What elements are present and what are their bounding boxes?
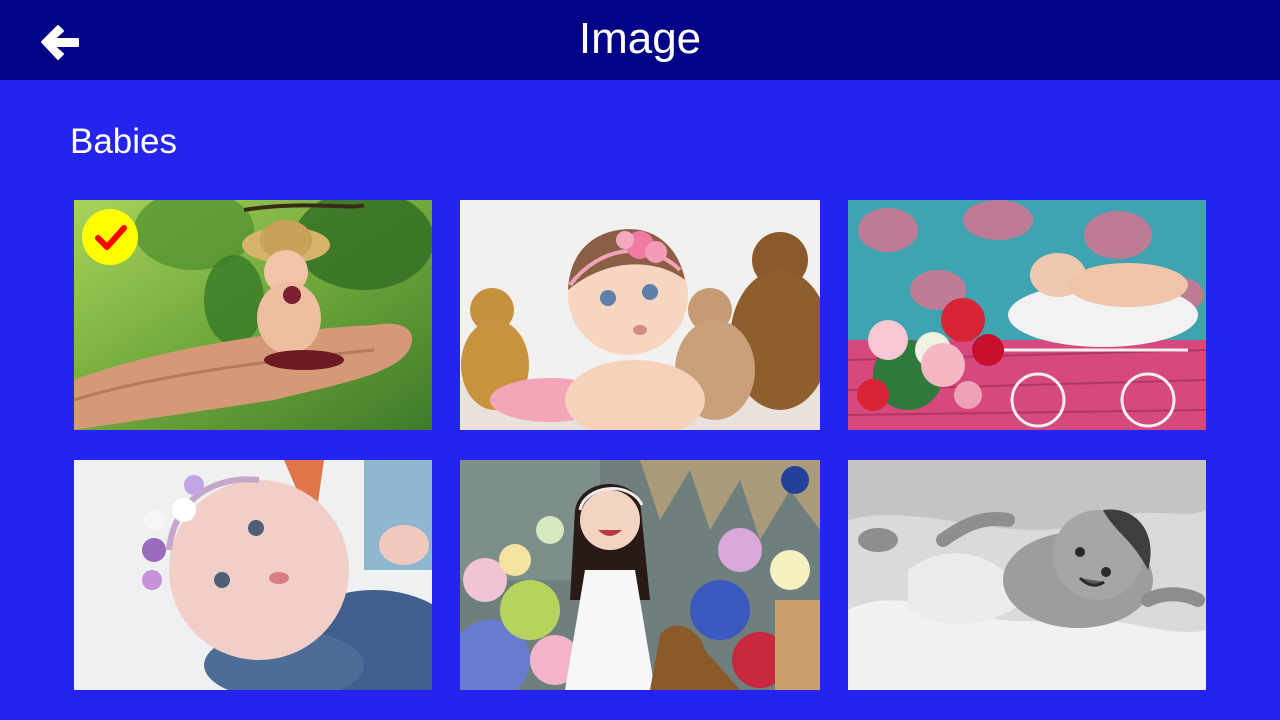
image-tile-1[interactable] [74, 200, 432, 430]
newborn-flower-cart-image [848, 200, 1206, 430]
baby-with-teddy-bears-image [460, 200, 820, 430]
arrow-left-icon [41, 25, 79, 60]
section-title: Babies [70, 122, 178, 161]
image-tile-5[interactable] [460, 460, 820, 690]
girl-with-flowers-image [460, 460, 820, 690]
image-tile-4[interactable] [74, 460, 432, 690]
image-tile-3[interactable] [848, 200, 1206, 430]
image-tile-6[interactable] [848, 460, 1206, 690]
baby-in-hand-image [74, 200, 432, 430]
page-title: Image [578, 14, 702, 63]
baby-flower-crown-image [74, 460, 432, 690]
smiling-baby-bw-image [848, 460, 1206, 690]
top-bar: Image [0, 0, 1280, 80]
back-button[interactable] [36, 20, 84, 64]
image-tile-2[interactable] [460, 200, 820, 430]
